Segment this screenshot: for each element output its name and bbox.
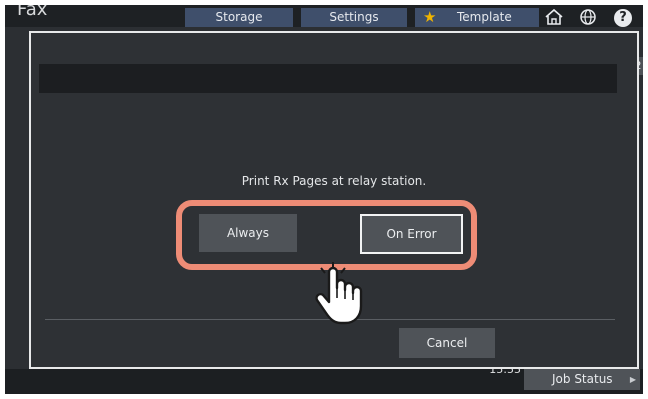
tab-template[interactable]: ★ Template — [415, 8, 539, 27]
star-icon: ★ — [423, 8, 437, 26]
cancel-button[interactable]: Cancel — [399, 328, 495, 358]
on-error-button[interactable]: On Error — [360, 214, 463, 254]
home-icon[interactable] — [542, 8, 566, 27]
tab-storage[interactable]: Storage — [185, 8, 293, 27]
dialog-header-bar — [39, 64, 617, 93]
job-status-label: Job Status — [552, 372, 613, 386]
tab-template-label: Template — [457, 10, 512, 24]
top-bar: Fax Storage Settings ★ Template ? — [5, 5, 643, 27]
pointer-hand-icon — [311, 262, 367, 330]
dialog-message: Print Rx Pages at relay station. — [241, 174, 427, 188]
always-button[interactable]: Always — [199, 214, 297, 252]
help-icon[interactable]: ? — [614, 9, 632, 27]
tab-settings[interactable]: Settings — [301, 8, 407, 27]
arrow-right-icon: ▶ — [629, 375, 636, 384]
globe-icon[interactable] — [576, 8, 600, 27]
job-status-button[interactable]: Job Status ▶ — [524, 369, 640, 390]
app-title: Fax — [17, 5, 48, 20]
touch-panel-screen: Fax Storage Settings ★ Template ? 2 15:5… — [5, 5, 643, 394]
